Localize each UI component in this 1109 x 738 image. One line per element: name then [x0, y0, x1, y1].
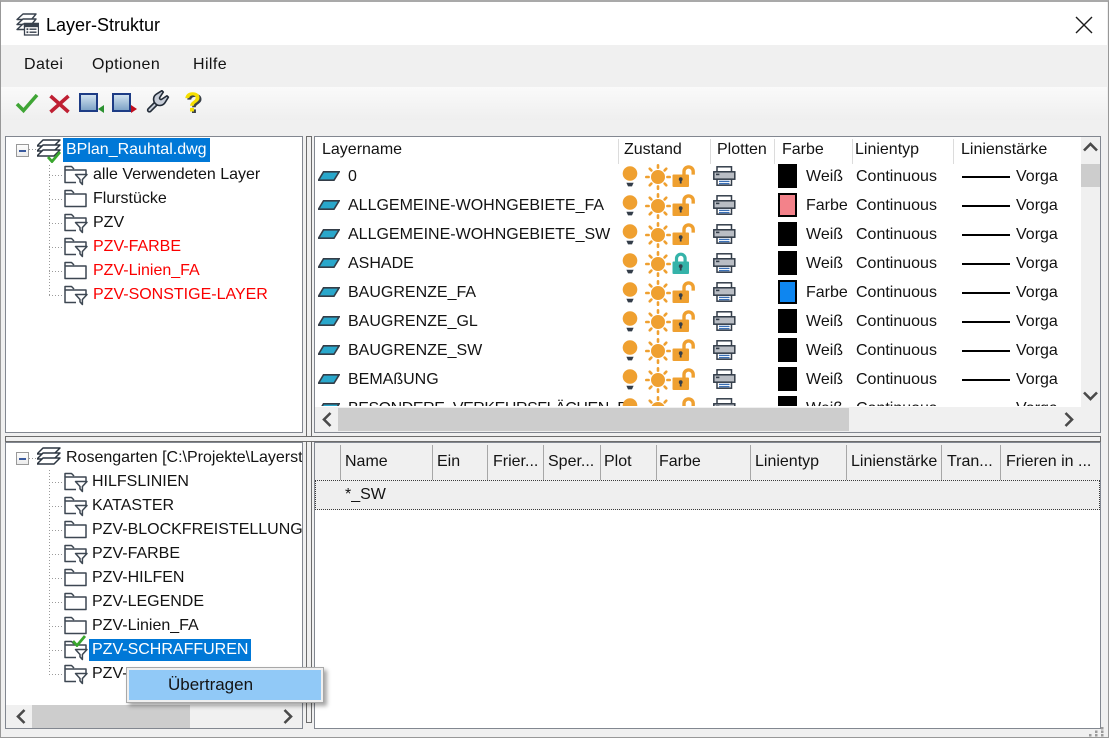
svg-text:?: ? [184, 90, 201, 117]
